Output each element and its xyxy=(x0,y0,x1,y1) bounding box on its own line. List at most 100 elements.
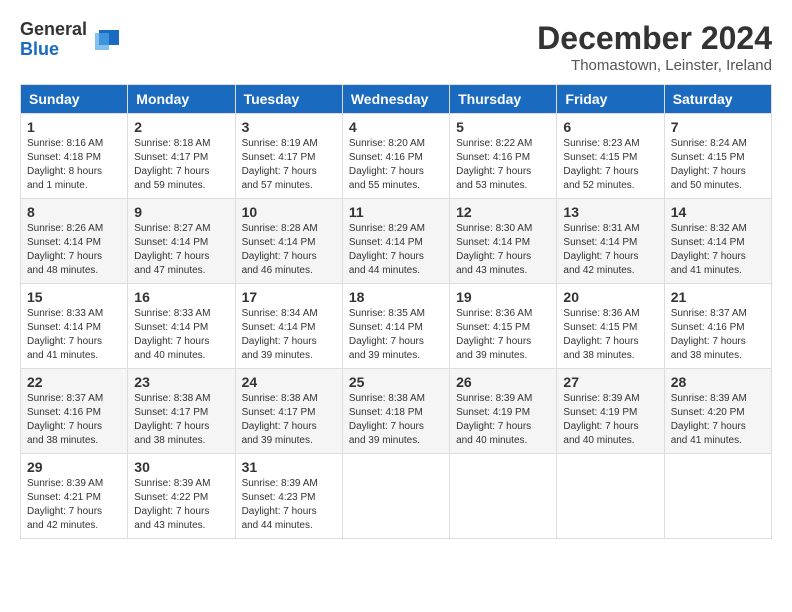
day-info: Sunrise: 8:16 AMSunset: 4:18 PMDaylight:… xyxy=(27,137,121,193)
title-section: December 2024 Thomastown, Leinster, Irel… xyxy=(537,20,772,74)
calendar-day-cell: 10Sunrise: 8:28 AMSunset: 4:14 PMDayligh… xyxy=(235,199,342,284)
weekday-header: Wednesday xyxy=(342,85,449,114)
day-info: Sunrise: 8:39 AMSunset: 4:20 PMDaylight:… xyxy=(671,392,765,448)
calendar-day-cell: 17 Sunrise: 8:34 AMSunset: 4:14 PMDayligh… xyxy=(235,284,342,369)
logo-general: General xyxy=(20,20,87,40)
day-number: 24 xyxy=(242,374,336,390)
day-info: Sunrise: 8:29 AMSunset: 4:14 PMDaylight:… xyxy=(349,222,443,278)
day-info: Sunrise: 8:35 AMSunset: 4:14 PMDaylight:… xyxy=(349,307,443,363)
calendar-week-row: 1 Sunrise: 8:16 AMSunset: 4:18 PMDaylight… xyxy=(21,114,772,199)
day-number: 13 xyxy=(563,204,657,220)
day-info: Sunrise: 8:38 AMSunset: 4:17 PMDaylight:… xyxy=(242,392,336,448)
day-number: 22 xyxy=(27,374,121,390)
day-info: Sunrise: 8:27 AMSunset: 4:14 PMDaylight:… xyxy=(134,222,228,278)
day-info: Sunrise: 8:22 AMSunset: 4:16 PMDaylight:… xyxy=(456,137,550,193)
location: Thomastown, Leinster, Ireland xyxy=(537,57,772,74)
day-info: Sunrise: 8:19 AMSunset: 4:17 PMDaylight:… xyxy=(242,137,336,193)
day-info: Sunrise: 8:28 AMSunset: 4:14 PMDaylight:… xyxy=(242,222,336,278)
day-number: 9 xyxy=(134,204,228,220)
calendar-day-cell: 28Sunrise: 8:39 AMSunset: 4:20 PMDayligh… xyxy=(664,369,771,454)
weekday-header: Saturday xyxy=(664,85,771,114)
calendar-week-row: 15 Sunrise: 8:33 AMSunset: 4:14 PMDayligh… xyxy=(21,284,772,369)
calendar-day-cell: 24 Sunrise: 8:38 AMSunset: 4:17 PMDayligh… xyxy=(235,369,342,454)
day-number: 17 xyxy=(242,289,336,305)
day-info: Sunrise: 8:33 AMSunset: 4:14 PMDaylight:… xyxy=(27,307,121,363)
day-number: 5 xyxy=(456,119,550,135)
day-info: Sunrise: 8:23 AMSunset: 4:15 PMDaylight:… xyxy=(563,137,657,193)
day-info: Sunrise: 8:38 AMSunset: 4:18 PMDaylight:… xyxy=(349,392,443,448)
day-number: 19 xyxy=(456,289,550,305)
day-info: Sunrise: 8:24 AMSunset: 4:15 PMDaylight:… xyxy=(671,137,765,193)
day-info: Sunrise: 8:36 AMSunset: 4:15 PMDaylight:… xyxy=(456,307,550,363)
day-info: Sunrise: 8:37 AMSunset: 4:16 PMDaylight:… xyxy=(27,392,121,448)
day-info: Sunrise: 8:26 AMSunset: 4:14 PMDaylight:… xyxy=(27,222,121,278)
calendar-day-cell: 29 Sunrise: 8:39 AMSunset: 4:21 PMDayligh… xyxy=(21,454,128,539)
day-number: 20 xyxy=(563,289,657,305)
day-number: 7 xyxy=(671,119,765,135)
day-info: Sunrise: 8:36 AMSunset: 4:15 PMDaylight:… xyxy=(563,307,657,363)
day-number: 3 xyxy=(242,119,336,135)
day-info: Sunrise: 8:31 AMSunset: 4:14 PMDaylight:… xyxy=(563,222,657,278)
day-number: 1 xyxy=(27,119,121,135)
calendar-week-row: 8Sunrise: 8:26 AMSunset: 4:14 PMDaylight… xyxy=(21,199,772,284)
logo-icon xyxy=(91,25,121,55)
weekday-header: Sunday xyxy=(21,85,128,114)
calendar-day-cell xyxy=(342,454,449,539)
calendar-day-cell: 6Sunrise: 8:23 AMSunset: 4:15 PMDaylight… xyxy=(557,114,664,199)
day-info: Sunrise: 8:32 AMSunset: 4:14 PMDaylight:… xyxy=(671,222,765,278)
day-number: 26 xyxy=(456,374,550,390)
day-info: Sunrise: 8:39 AMSunset: 4:23 PMDaylight:… xyxy=(242,477,336,533)
calendar-day-cell xyxy=(450,454,557,539)
calendar-day-cell: 30 Sunrise: 8:39 AMSunset: 4:22 PMDayligh… xyxy=(128,454,235,539)
calendar-day-cell: 23 Sunrise: 8:38 AMSunset: 4:17 PMDayligh… xyxy=(128,369,235,454)
calendar-day-cell: 1 Sunrise: 8:16 AMSunset: 4:18 PMDaylight… xyxy=(21,114,128,199)
day-number: 25 xyxy=(349,374,443,390)
day-info: Sunrise: 8:34 AMSunset: 4:14 PMDaylight:… xyxy=(242,307,336,363)
day-info: Sunrise: 8:33 AMSunset: 4:14 PMDaylight:… xyxy=(134,307,228,363)
calendar-day-cell: 5 Sunrise: 8:22 AMSunset: 4:16 PMDaylight… xyxy=(450,114,557,199)
calendar-day-cell: 8Sunrise: 8:26 AMSunset: 4:14 PMDaylight… xyxy=(21,199,128,284)
calendar-day-cell xyxy=(557,454,664,539)
day-number: 27 xyxy=(563,374,657,390)
logo: General Blue xyxy=(20,20,121,60)
day-info: Sunrise: 8:39 AMSunset: 4:19 PMDaylight:… xyxy=(456,392,550,448)
calendar-day-cell: 4Sunrise: 8:20 AMSunset: 4:16 PMDaylight… xyxy=(342,114,449,199)
calendar-day-cell: 16Sunrise: 8:33 AMSunset: 4:14 PMDayligh… xyxy=(128,284,235,369)
calendar-day-cell: 2Sunrise: 8:18 AMSunset: 4:17 PMDaylight… xyxy=(128,114,235,199)
day-info: Sunrise: 8:37 AMSunset: 4:16 PMDaylight:… xyxy=(671,307,765,363)
calendar-day-cell: 9 Sunrise: 8:27 AMSunset: 4:14 PMDaylight… xyxy=(128,199,235,284)
day-info: Sunrise: 8:39 AMSunset: 4:22 PMDaylight:… xyxy=(134,477,228,533)
day-number: 12 xyxy=(456,204,550,220)
calendar-day-cell: 7 Sunrise: 8:24 AMSunset: 4:15 PMDaylight… xyxy=(664,114,771,199)
calendar-day-cell: 21Sunrise: 8:37 AMSunset: 4:16 PMDayligh… xyxy=(664,284,771,369)
day-info: Sunrise: 8:38 AMSunset: 4:17 PMDaylight:… xyxy=(134,392,228,448)
calendar-day-cell: 31 Sunrise: 8:39 AMSunset: 4:23 PMDayligh… xyxy=(235,454,342,539)
weekday-header: Thursday xyxy=(450,85,557,114)
day-number: 15 xyxy=(27,289,121,305)
calendar-day-cell: 11Sunrise: 8:29 AMSunset: 4:14 PMDayligh… xyxy=(342,199,449,284)
day-info: Sunrise: 8:30 AMSunset: 4:14 PMDaylight:… xyxy=(456,222,550,278)
weekday-header: Tuesday xyxy=(235,85,342,114)
calendar-day-cell: 20 Sunrise: 8:36 AMSunset: 4:15 PMDayligh… xyxy=(557,284,664,369)
calendar-header-row: SundayMondayTuesdayWednesdayThursdayFrid… xyxy=(21,85,772,114)
day-info: Sunrise: 8:39 AMSunset: 4:21 PMDaylight:… xyxy=(27,477,121,533)
calendar-day-cell: 26 Sunrise: 8:39 AMSunset: 4:19 PMDayligh… xyxy=(450,369,557,454)
page-header: General Blue December 2024 Thomastown, L… xyxy=(20,20,772,74)
calendar-day-cell: 3 Sunrise: 8:19 AMSunset: 4:17 PMDaylight… xyxy=(235,114,342,199)
month-title: December 2024 xyxy=(537,20,772,57)
day-number: 18 xyxy=(349,289,443,305)
day-number: 29 xyxy=(27,459,121,475)
day-info: Sunrise: 8:39 AMSunset: 4:19 PMDaylight:… xyxy=(563,392,657,448)
day-info: Sunrise: 8:20 AMSunset: 4:16 PMDaylight:… xyxy=(349,137,443,193)
day-number: 31 xyxy=(242,459,336,475)
calendar: SundayMondayTuesdayWednesdayThursdayFrid… xyxy=(20,84,772,539)
calendar-day-cell: 14 Sunrise: 8:32 AMSunset: 4:14 PMDayligh… xyxy=(664,199,771,284)
day-number: 2 xyxy=(134,119,228,135)
day-number: 14 xyxy=(671,204,765,220)
calendar-day-cell: 19 Sunrise: 8:36 AMSunset: 4:15 PMDayligh… xyxy=(450,284,557,369)
calendar-day-cell: 25 Sunrise: 8:38 AMSunset: 4:18 PMDayligh… xyxy=(342,369,449,454)
calendar-week-row: 22 Sunrise: 8:37 AMSunset: 4:16 PMDayligh… xyxy=(21,369,772,454)
day-number: 23 xyxy=(134,374,228,390)
calendar-day-cell: 13 Sunrise: 8:31 AMSunset: 4:14 PMDayligh… xyxy=(557,199,664,284)
day-number: 30 xyxy=(134,459,228,475)
